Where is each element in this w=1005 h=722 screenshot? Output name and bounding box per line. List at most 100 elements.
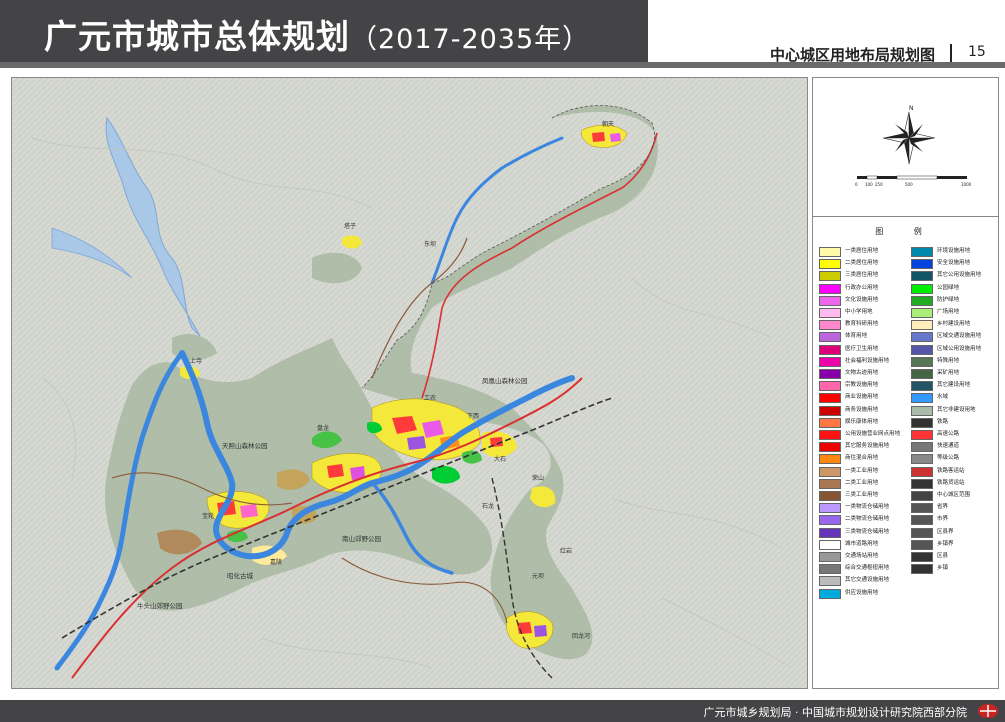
legend-swatch <box>911 466 933 477</box>
legend-swatch <box>911 515 933 526</box>
legend-label: 安全设施用地 <box>937 260 971 267</box>
legend-swatch <box>819 503 841 514</box>
page-title: 广元市城市总体规划（2017-2035年） <box>44 10 590 58</box>
legend-label: 区域交通设施用地 <box>937 333 982 340</box>
legend-label: 铁路 <box>937 418 949 425</box>
legend-panel: N 0 100 250 500 1000 图 例 一类居住用地 二类居住用地 三… <box>812 77 999 689</box>
legend-swatch <box>819 283 841 294</box>
scale-tick: 0 <box>855 182 858 187</box>
legend-swatch <box>819 320 841 331</box>
legend-label: 公园绿地 <box>937 284 960 291</box>
legend-swatch <box>911 478 933 489</box>
map-subtitle: 中心城区用地布局规划图 <box>769 46 935 64</box>
legend-swatch <box>911 247 933 257</box>
legend-label: 一类物流仓储用地 <box>845 504 890 511</box>
legend-swatch <box>911 369 933 379</box>
legend-swatch <box>819 393 841 404</box>
legend-swatch <box>911 503 933 514</box>
legend-swatch <box>911 393 933 404</box>
legend-label: 铁路客运站 <box>937 467 965 474</box>
legend-label: 特殊用地 <box>937 357 960 364</box>
legend-label: 采矿用地 <box>937 370 960 376</box>
legend-label: 其它服务设施用地 <box>845 443 890 450</box>
legend-label: 公用设施营业网点用地 <box>845 431 901 437</box>
legend-swatch <box>819 430 841 440</box>
legend-label: 供应设施用地 <box>845 589 879 596</box>
scale-tick: 100 <box>865 182 873 187</box>
place-label: 工农 <box>424 394 436 402</box>
legend-label: 教育科研用地 <box>845 321 879 328</box>
legend-swatch <box>819 442 841 453</box>
legend-label: 铁路货运站 <box>937 479 965 486</box>
legend-swatch <box>819 515 841 526</box>
legend-swatch <box>911 442 933 453</box>
place-label: 天照山森林公园 <box>222 441 268 450</box>
legend-label: 文物古迹用地 <box>845 370 879 376</box>
legend-label: 快速通道 <box>937 443 960 450</box>
legend-label: 一类居住用地 <box>845 248 879 254</box>
scale-bar <box>857 175 967 180</box>
legend-label: 城市道路用地 <box>845 540 879 547</box>
legend-swatch <box>819 527 841 538</box>
legend-label: 商业设施用地 <box>845 394 879 401</box>
legend-swatch <box>819 381 841 392</box>
legend-label: 其它交通设施用地 <box>845 577 890 584</box>
legend-label: 商务设施用地 <box>845 406 879 413</box>
legend-swatch <box>819 576 841 587</box>
legend-label: 乡镇 <box>937 565 949 572</box>
legend-swatch <box>819 259 841 270</box>
legend-label: 环境设施用地 <box>937 248 971 254</box>
legend-label: 乡村建设用地 <box>937 321 971 328</box>
legend-label: 娱乐康体用地 <box>845 418 879 425</box>
place-label: 上寺 <box>190 357 202 365</box>
title-years: （2017-2035年） <box>350 24 591 55</box>
compass-rose-icon <box>882 111 936 165</box>
legend-label: 医疗卫生用地 <box>845 345 879 352</box>
scale-tick: 1000 <box>961 182 972 187</box>
page-number: 15 <box>968 44 986 60</box>
legend-label: 其它非建设用地 <box>937 406 976 413</box>
scale-tick: 250 <box>875 182 883 187</box>
legend-swatch <box>819 491 841 501</box>
legend-swatch <box>911 417 933 428</box>
legend-swatch <box>911 539 933 550</box>
place-label: 红岩 <box>560 547 572 555</box>
legend-swatch <box>911 344 933 355</box>
legend-label: 二类工业用地 <box>845 479 879 486</box>
place-label: 宝轮 <box>202 512 214 520</box>
legend-label: 其它公用设施用地 <box>937 272 982 279</box>
legend-swatch <box>911 491 933 501</box>
legend-swatch <box>911 271 933 282</box>
legend-label: 防护绿地 <box>937 296 960 303</box>
place-label: 下西 <box>467 413 479 420</box>
place-label: 南山郊野公园 <box>342 534 381 543</box>
legend-label: 商住混合用地 <box>845 455 879 462</box>
legend-label: 行政办公用地 <box>845 284 879 291</box>
place-label: 回龙河 <box>572 632 590 640</box>
footer-credits: 广元市城乡规划局 · 中国城市规划设计研究院西部分院 <box>703 706 968 719</box>
legend-label: 二类物流仓储用地 <box>845 516 890 523</box>
compass-and-scale: N 0 100 250 500 1000 <box>855 105 972 187</box>
legend-swatch <box>819 405 841 416</box>
footer: 广元市城乡规划局 · 中国城市规划设计研究院西部分院 <box>0 700 1005 722</box>
legend-swatch <box>819 466 841 477</box>
legend-swatch <box>911 430 933 440</box>
legend-label: 三类工业用地 <box>845 492 879 498</box>
legend-swatch <box>819 344 841 355</box>
land-use-map[interactable]: 上寺 东坝 嘉陵 昭化古城 牛头山郊野公园 南山郊野公园 凤凰山森林公园 天照山… <box>12 78 807 688</box>
legend-title: 图 例 <box>875 227 936 236</box>
legend-swatch <box>819 478 841 489</box>
legend-swatch <box>819 417 841 428</box>
legend-swatch <box>911 405 933 416</box>
legend-swatch <box>819 308 841 318</box>
map-frame[interactable]: 上寺 东坝 嘉陵 昭化古城 牛头山郊野公园 南山郊野公园 凤凰山森林公园 天照山… <box>11 77 808 689</box>
institute-logo-icon <box>978 704 998 718</box>
legend-swatch <box>911 564 933 575</box>
place-label: 东坝 <box>424 240 436 248</box>
place-label: 石龙 <box>482 502 494 510</box>
legend: 图 例 一类居住用地 二类居住用地 三类居住用地 行政办公用地 文化设施用地 中小学用地教… <box>813 218 998 688</box>
legend-swatch <box>819 539 841 550</box>
legend-swatch <box>819 247 841 257</box>
place-label: 牛头山郊野公园 <box>137 601 183 610</box>
legend-label: 文化设施用地 <box>845 296 879 303</box>
